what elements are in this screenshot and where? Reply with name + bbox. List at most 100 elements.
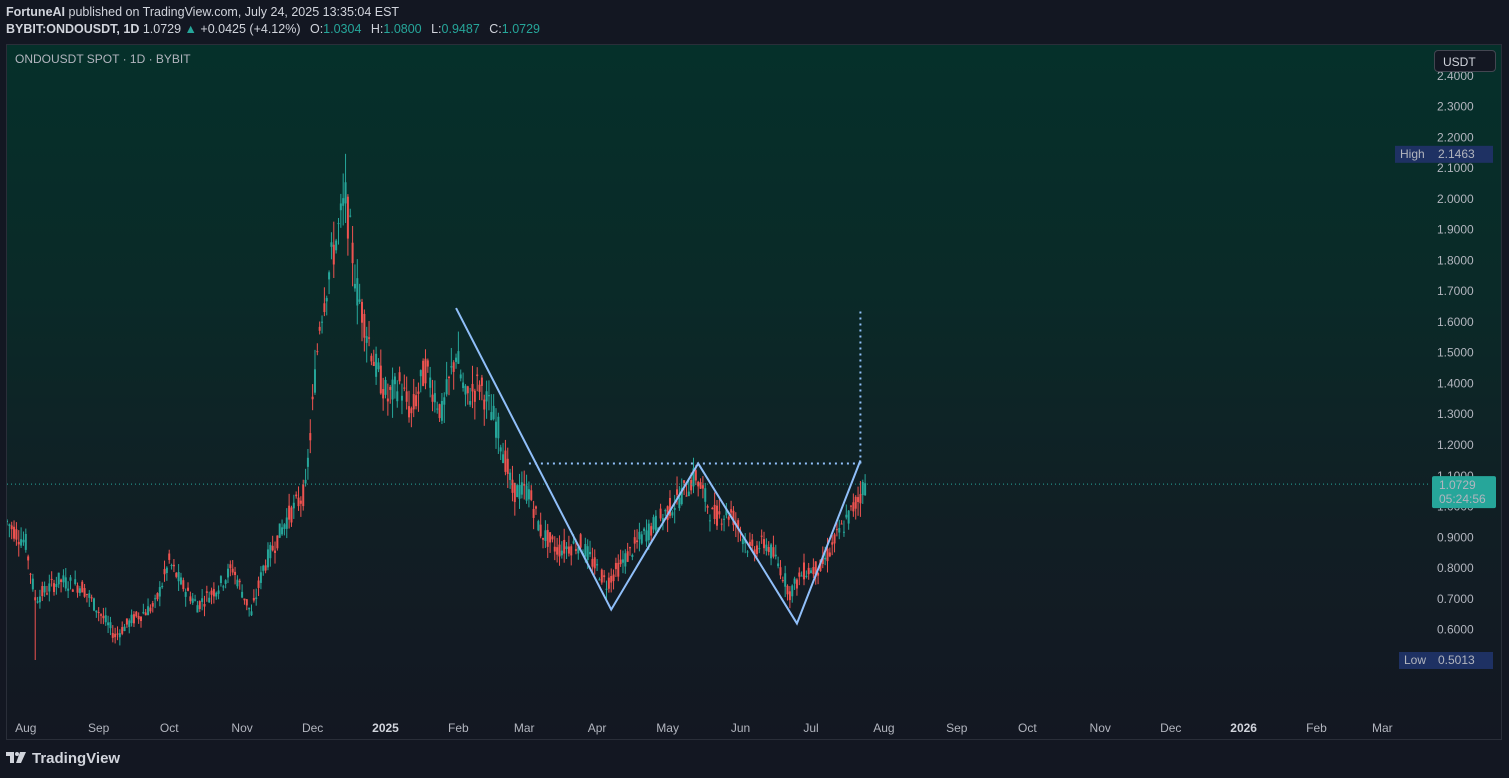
candle-body (431, 394, 434, 402)
candle-body (605, 588, 608, 590)
candle-body (436, 408, 439, 410)
candle-body (450, 366, 453, 368)
series-legend[interactable]: ONDOUSDT SPOT · 1D · BYBIT (15, 52, 191, 66)
candle-body (652, 517, 655, 530)
x-tick-label: Jul (803, 721, 818, 735)
y-tick-label: 1.7000 (1437, 284, 1474, 298)
candle-body (353, 283, 356, 289)
x-tick-label: Feb (1306, 721, 1327, 735)
candle-body (763, 539, 766, 549)
candle-body (45, 593, 48, 595)
author-name[interactable]: FortuneAI (6, 5, 65, 19)
candle-body (55, 584, 58, 587)
chart-area[interactable]: 0.60000.70000.80000.90001.00001.10001.20… (7, 45, 1501, 739)
candle-body (779, 567, 782, 576)
footer-brand[interactable]: TradingView (6, 750, 120, 767)
candle-body (640, 534, 643, 544)
candle-body (318, 326, 321, 331)
candle-body (57, 572, 60, 585)
candle-body (807, 567, 810, 575)
candle-body (288, 505, 291, 520)
candle-body (678, 497, 681, 509)
candle-body (125, 618, 128, 625)
y-tick-label: 1.4000 (1437, 376, 1474, 390)
candle-body (78, 588, 81, 594)
chart-header: FortuneAI published on TradingView.com, … (6, 4, 540, 38)
candle-body (485, 391, 488, 402)
candle-body (527, 489, 530, 500)
candle-body (297, 497, 300, 507)
x-tick-label: Oct (1018, 721, 1037, 735)
candle-body (603, 575, 606, 578)
candle-body (60, 579, 63, 582)
candle-body (175, 572, 178, 577)
y-tick-label: 2.2000 (1437, 130, 1474, 144)
candle-body (671, 512, 674, 516)
candle-body (445, 379, 448, 395)
candle-body (370, 355, 373, 362)
candle-body (368, 337, 371, 339)
candle-body (777, 563, 780, 567)
candle-body (123, 626, 126, 632)
candle-body (633, 537, 636, 544)
candle-body (683, 480, 686, 483)
candle-body (69, 577, 72, 581)
candle-body (111, 633, 114, 638)
candle-body (116, 633, 119, 635)
x-tick-label: Jun (731, 721, 750, 735)
candle-body (513, 483, 516, 503)
candle-body (13, 526, 16, 539)
candle-body (746, 551, 749, 553)
candle-body (758, 548, 761, 550)
candle-body (447, 376, 450, 379)
price-chart[interactable]: 0.60000.70000.80000.90001.00001.10001.20… (7, 45, 1501, 739)
candle-body (727, 516, 730, 520)
candle-body (165, 567, 168, 574)
candle-body (798, 572, 801, 577)
candle-body (212, 589, 215, 597)
candle-body (419, 370, 422, 377)
candle-body (281, 527, 284, 535)
candle-body (664, 510, 667, 512)
candle-body (426, 360, 429, 367)
candle-body (556, 547, 559, 555)
close-value: 1.0729 (501, 22, 540, 36)
y-tick-label: 1.5000 (1437, 346, 1474, 360)
candle-body (791, 585, 794, 597)
candle-body (415, 395, 418, 407)
candle-body (520, 482, 523, 495)
candle-body (405, 391, 408, 402)
high-badge-label: High (1400, 147, 1425, 161)
candle-body (539, 524, 542, 537)
candle-body (140, 616, 143, 622)
x-tick-label: Mar (514, 721, 535, 735)
candle-body (563, 539, 566, 554)
candle-body (840, 523, 843, 525)
candle-body (471, 383, 474, 392)
candle-body (492, 405, 495, 420)
candle-body (236, 579, 239, 587)
candle-body (629, 547, 632, 549)
candle-body (248, 607, 251, 610)
candle-body (593, 557, 596, 569)
currency-button[interactable]: USDT (1434, 50, 1496, 72)
candle-body (532, 508, 535, 518)
candle-body (144, 612, 147, 616)
candle-body (332, 244, 335, 265)
x-tick-label: Nov (231, 721, 252, 735)
candle-body (645, 530, 648, 542)
candle-body (259, 572, 262, 583)
candle-body (313, 369, 316, 393)
tradingview-logo-icon (6, 751, 26, 763)
last-price-text: 1.0729 (142, 22, 182, 36)
candle-body (422, 360, 425, 386)
candle-body (589, 551, 592, 555)
y-tick-label: 1.3000 (1437, 407, 1474, 421)
candle-body (403, 387, 406, 389)
candle-body (659, 508, 662, 519)
candle-body (643, 528, 646, 532)
candle-body (464, 385, 467, 395)
candle-body (100, 614, 103, 616)
candle-body (31, 578, 34, 590)
candle-body (377, 362, 380, 370)
